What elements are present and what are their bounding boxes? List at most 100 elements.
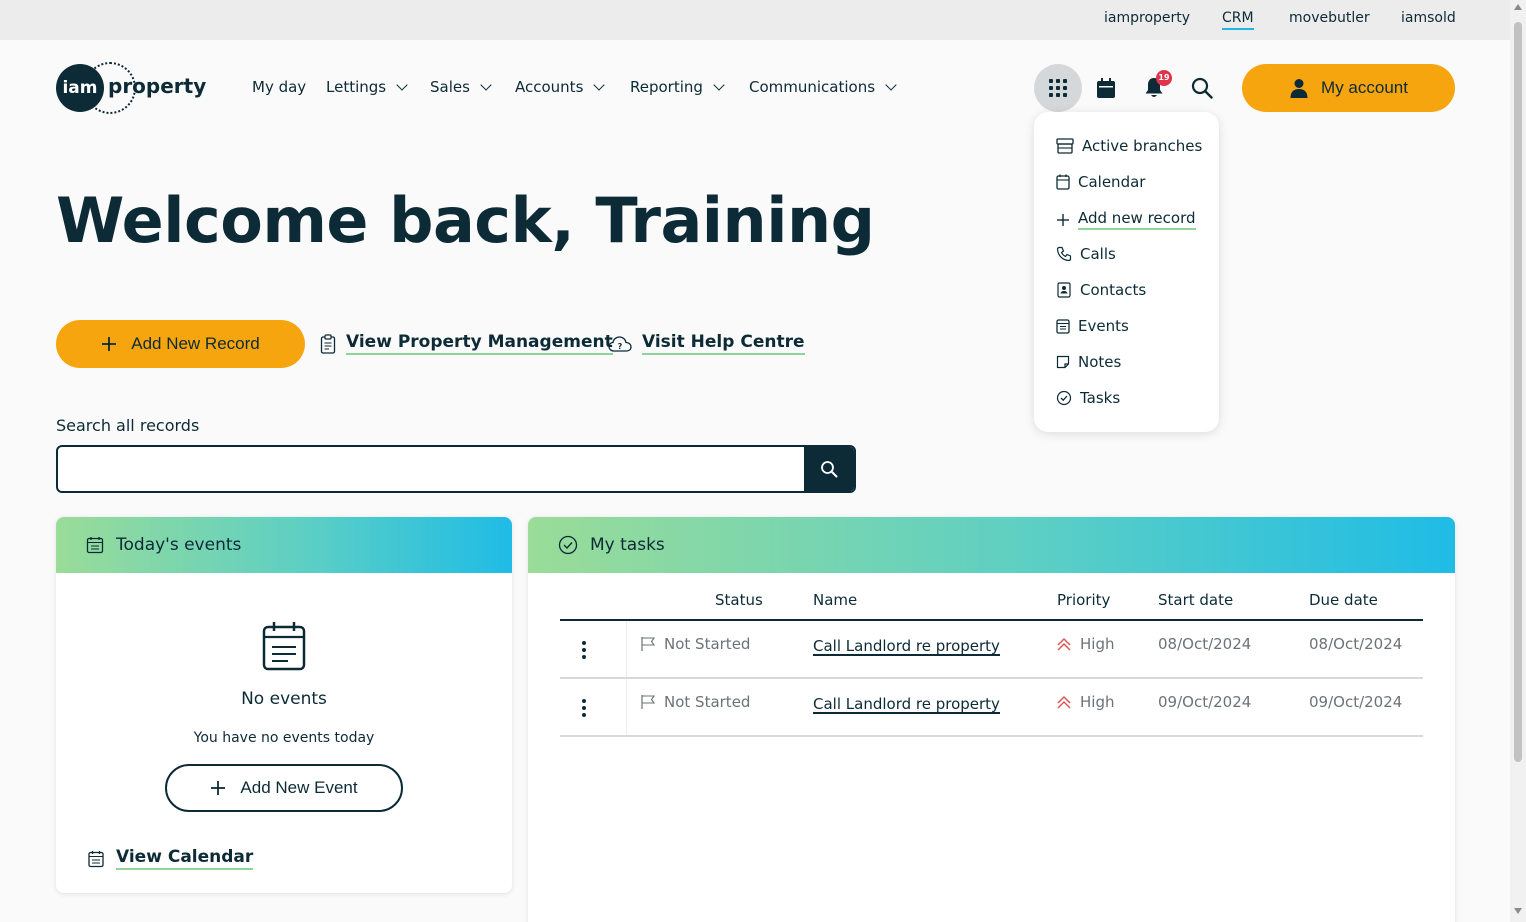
flag-icon <box>641 695 656 709</box>
view-property-management-label: View Property Management <box>346 332 613 355</box>
notification-badge: 19 <box>1156 70 1172 86</box>
topbar-link-iamproperty[interactable]: iamproperty <box>1104 10 1190 26</box>
scroll-down-arrow[interactable] <box>1514 908 1522 914</box>
notifications-button[interactable]: 19 <box>1130 64 1178 112</box>
user-icon <box>1290 79 1308 98</box>
clipboard-icon <box>320 333 336 354</box>
no-events-title: No events <box>241 689 327 709</box>
events-icon <box>86 537 104 554</box>
quick-menu-label: Notes <box>1078 353 1122 371</box>
row-divider <box>626 679 627 735</box>
phone-icon <box>1056 246 1072 262</box>
scrollbar-thumb[interactable] <box>1514 22 1522 762</box>
my-tasks-card: My tasks Status Name Priority Start date… <box>528 517 1455 922</box>
logo-mark: iam <box>56 64 104 112</box>
topbar-link-iamsold[interactable]: iamsold <box>1401 10 1456 26</box>
topbar-link-crm[interactable]: CRM <box>1222 10 1254 30</box>
nav-item-communications[interactable]: Communications <box>749 78 897 96</box>
column-header-name[interactable]: Name <box>813 591 857 609</box>
top-utility-bar: iamproperty CRM movebutler iamsold <box>0 0 1510 40</box>
note-icon <box>1056 355 1070 369</box>
my-account-label: My account <box>1321 78 1408 97</box>
column-header-status[interactable]: Status <box>715 591 763 609</box>
add-new-record-button[interactable]: Add New Record <box>56 320 305 368</box>
row-divider <box>626 621 627 677</box>
events-icon <box>1056 319 1070 334</box>
quick-menu-item-calendar[interactable]: Calendar <box>1056 173 1145 191</box>
check-circle-icon <box>1056 390 1072 406</box>
search-button[interactable] <box>1178 64 1226 112</box>
chevron-down-icon <box>480 79 492 91</box>
topbar-link-movebutler[interactable]: movebutler <box>1289 10 1370 26</box>
nav-item-my-day[interactable]: My day <box>252 78 306 96</box>
branches-icon <box>1056 138 1074 154</box>
column-header-priority[interactable]: Priority <box>1057 591 1110 609</box>
iamproperty-logo[interactable]: iam property <box>56 62 206 114</box>
task-start-date: 08/Oct/2024 <box>1158 635 1252 653</box>
view-calendar-link[interactable]: View Calendar <box>88 847 254 870</box>
table-row: Not Started Call Landlord re property Hi… <box>560 621 1423 679</box>
quick-menu-item-tasks[interactable]: Tasks <box>1056 389 1120 407</box>
chevron-down-icon <box>396 79 408 91</box>
add-new-event-button[interactable]: Add New Event <box>165 764 403 812</box>
column-header-due-date[interactable]: Due date <box>1309 591 1378 609</box>
todays-events-header: Today's events <box>56 517 512 573</box>
grid-icon <box>1049 79 1067 97</box>
search-bar <box>56 445 856 493</box>
flag-icon <box>641 637 656 651</box>
apps-grid-button[interactable] <box>1034 64 1082 112</box>
nav-label: Accounts <box>515 78 584 96</box>
calendar-button[interactable] <box>1082 64 1130 112</box>
my-account-button[interactable]: My account <box>1242 64 1455 112</box>
quick-menu-label: Tasks <box>1080 389 1121 407</box>
quick-menu-item-contacts[interactable]: Contacts <box>1056 281 1146 299</box>
nav-item-accounts[interactable]: Accounts <box>515 78 606 96</box>
task-due-date: 09/Oct/2024 <box>1309 693 1403 711</box>
todays-events-title: Today's events <box>116 535 242 555</box>
chevron-down-icon <box>713 79 725 91</box>
nav-label: Sales <box>430 78 470 96</box>
nav-label: Communications <box>749 78 876 96</box>
search-submit-button[interactable] <box>804 447 854 491</box>
scroll-up-arrow[interactable] <box>1514 4 1522 10</box>
empty-calendar-icon <box>262 622 306 671</box>
priority-high-chevrons-icon <box>1057 637 1071 651</box>
quick-menu-item-events[interactable]: Events <box>1056 317 1129 335</box>
task-status-label: Not Started <box>664 693 751 711</box>
nav-item-lettings[interactable]: Lettings <box>326 78 408 96</box>
column-header-start-date[interactable]: Start date <box>1158 591 1233 609</box>
quick-menu-label: Contacts <box>1080 281 1147 299</box>
check-circle-icon <box>558 535 578 555</box>
quick-menu-item-add-new-record[interactable]: Add new record <box>1056 209 1196 230</box>
search-icon <box>821 461 838 478</box>
add-new-record-label: Add New Record <box>131 334 260 353</box>
events-icon <box>88 850 104 867</box>
view-calendar-label: View Calendar <box>116 847 254 870</box>
cloud-help-icon: ? <box>608 335 632 352</box>
nav-item-sales[interactable]: Sales <box>430 78 492 96</box>
search-icon <box>1191 77 1213 99</box>
quick-menu-item-notes[interactable]: Notes <box>1056 353 1121 371</box>
page-scrollbar[interactable] <box>1510 0 1526 922</box>
task-start-date: 09/Oct/2024 <box>1158 693 1252 711</box>
quick-menu-item-active-branches[interactable]: Active branches <box>1056 137 1202 155</box>
add-new-event-label: Add New Event <box>240 778 358 797</box>
chevron-down-icon <box>885 79 897 91</box>
quick-menu-label: Calendar <box>1078 173 1146 191</box>
task-priority-label: High <box>1080 693 1115 711</box>
calendar-icon <box>1097 78 1115 98</box>
quick-menu-item-calls[interactable]: Calls <box>1056 245 1116 263</box>
task-name-link[interactable]: Call Landlord re property <box>813 696 1000 714</box>
priority-high-chevrons-icon <box>1057 695 1071 709</box>
task-due-date: 08/Oct/2024 <box>1309 635 1403 653</box>
task-name-link[interactable]: Call Landlord re property <box>813 638 1000 656</box>
contact-card-icon <box>1057 282 1071 298</box>
search-input[interactable] <box>58 447 806 491</box>
row-actions-kebab-icon[interactable] <box>582 699 586 717</box>
visit-help-centre-link[interactable]: ? Visit Help Centre <box>608 332 805 355</box>
view-property-management-link[interactable]: View Property Management <box>320 332 613 355</box>
no-events-message: You have no events today <box>193 730 375 746</box>
nav-label: My day <box>252 78 307 96</box>
nav-item-reporting[interactable]: Reporting <box>630 78 725 96</box>
row-actions-kebab-icon[interactable] <box>582 641 586 659</box>
